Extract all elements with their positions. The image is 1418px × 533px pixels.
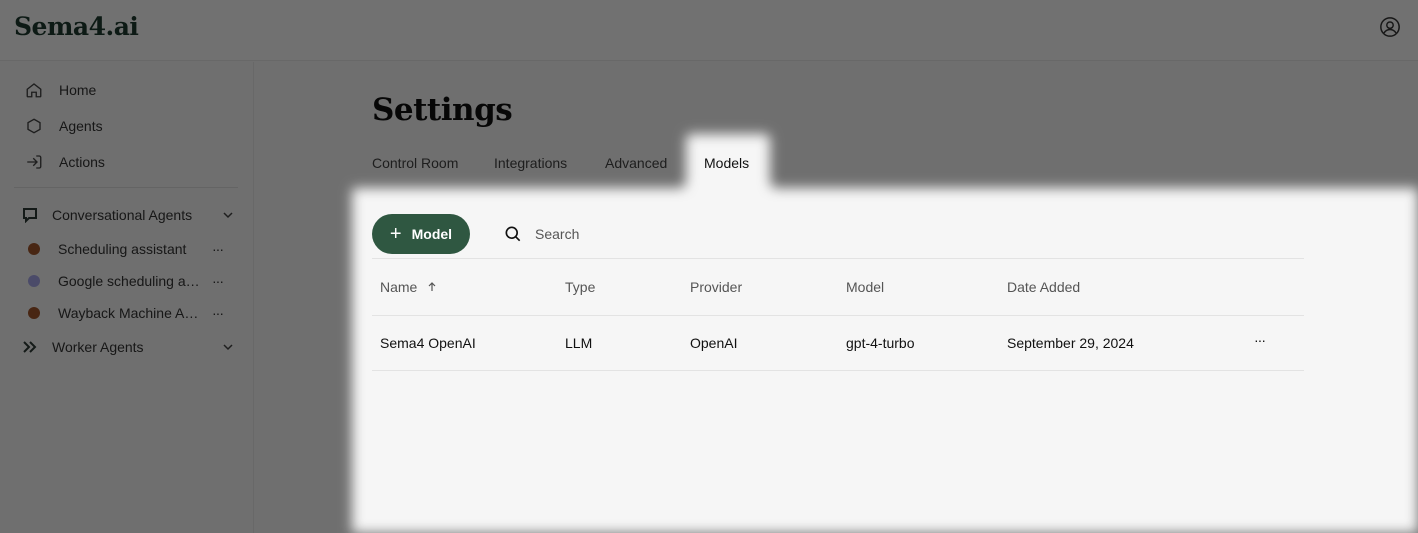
app-logo[interactable]: Sema4.ai: [14, 12, 139, 41]
sidebar-item-label: Home: [59, 82, 97, 98]
add-model-button[interactable]: + Model: [372, 214, 470, 254]
agent-label: Scheduling assistant: [58, 241, 187, 257]
cell-name: Sema4 OpenAI: [380, 335, 476, 351]
sidebar-item-label: Agents: [59, 118, 103, 134]
agent-color-dot: [28, 243, 40, 255]
search-input[interactable]: [535, 226, 645, 242]
tab-models[interactable]: Models: [704, 155, 749, 171]
page-title: Settings: [372, 92, 513, 128]
group-label: Conversational Agents: [52, 207, 193, 223]
agent-item[interactable]: Wayback Machine Agent ···: [28, 301, 228, 325]
home-icon: [24, 80, 44, 100]
sidebar-item-actions[interactable]: Actions: [24, 150, 105, 174]
column-header-name[interactable]: Name: [380, 279, 437, 295]
plus-icon: +: [389, 223, 402, 245]
main-content: Settings Control Room Integrations Advan…: [255, 62, 1418, 533]
add-model-label: Model: [411, 226, 453, 242]
sidebar-divider: [14, 187, 238, 188]
column-header-date-added[interactable]: Date Added: [1007, 279, 1080, 295]
table-divider: [372, 370, 1304, 371]
header-label: Name: [380, 279, 418, 295]
double-chevron-right-icon: [23, 341, 37, 353]
user-account-icon[interactable]: [1379, 16, 1401, 38]
agent-color-dot: [28, 307, 40, 319]
tab-control-room[interactable]: Control Room: [372, 155, 458, 171]
chevron-down-icon[interactable]: [222, 209, 234, 221]
search-box[interactable]: [503, 222, 663, 246]
search-icon: [505, 226, 521, 242]
cell-model: gpt-4-turbo: [846, 335, 915, 351]
sidebar-item-label: Actions: [59, 154, 105, 170]
agent-item[interactable]: Scheduling assistant ···: [28, 237, 228, 261]
conversational-agents-group[interactable]: Conversational Agents: [22, 203, 234, 227]
agent-color-dot: [28, 275, 40, 287]
hexagon-icon: [24, 116, 44, 136]
cell-type: LLM: [565, 335, 593, 351]
sidebar-item-home[interactable]: Home: [24, 78, 96, 102]
group-label: Worker Agents: [52, 339, 144, 355]
more-options-icon[interactable]: ···: [212, 273, 224, 289]
table-divider: [372, 258, 1304, 259]
more-options-icon[interactable]: ···: [212, 241, 224, 257]
agent-item[interactable]: Google scheduling assistant ···: [28, 269, 228, 293]
cell-provider: OpenAI: [690, 335, 738, 351]
chevron-down-icon[interactable]: [222, 341, 234, 353]
tab-integrations[interactable]: Integrations: [494, 155, 567, 171]
sort-ascending-icon[interactable]: [427, 282, 437, 292]
column-header-provider[interactable]: Provider: [690, 279, 742, 295]
column-header-type[interactable]: Type: [565, 279, 595, 295]
worker-agents-group[interactable]: Worker Agents: [22, 335, 234, 359]
sidebar-item-agents[interactable]: Agents: [24, 114, 103, 138]
tab-advanced[interactable]: Advanced: [605, 155, 667, 171]
agent-label: Wayback Machine Agent: [58, 305, 206, 321]
table-divider: [372, 315, 1304, 316]
row-more-options-icon[interactable]: ···: [1254, 332, 1266, 348]
column-header-model[interactable]: Model: [846, 279, 884, 295]
more-options-icon[interactable]: ···: [212, 305, 224, 321]
arrow-in-icon: [24, 152, 44, 172]
agent-label: Google scheduling assistant: [58, 273, 206, 289]
top-bar: Sema4.ai: [0, 0, 1418, 61]
cell-date-added: September 29, 2024: [1007, 335, 1134, 351]
sidebar: Home Agents Actions Conversational Agent…: [0, 62, 254, 533]
chat-icon: [23, 208, 37, 223]
